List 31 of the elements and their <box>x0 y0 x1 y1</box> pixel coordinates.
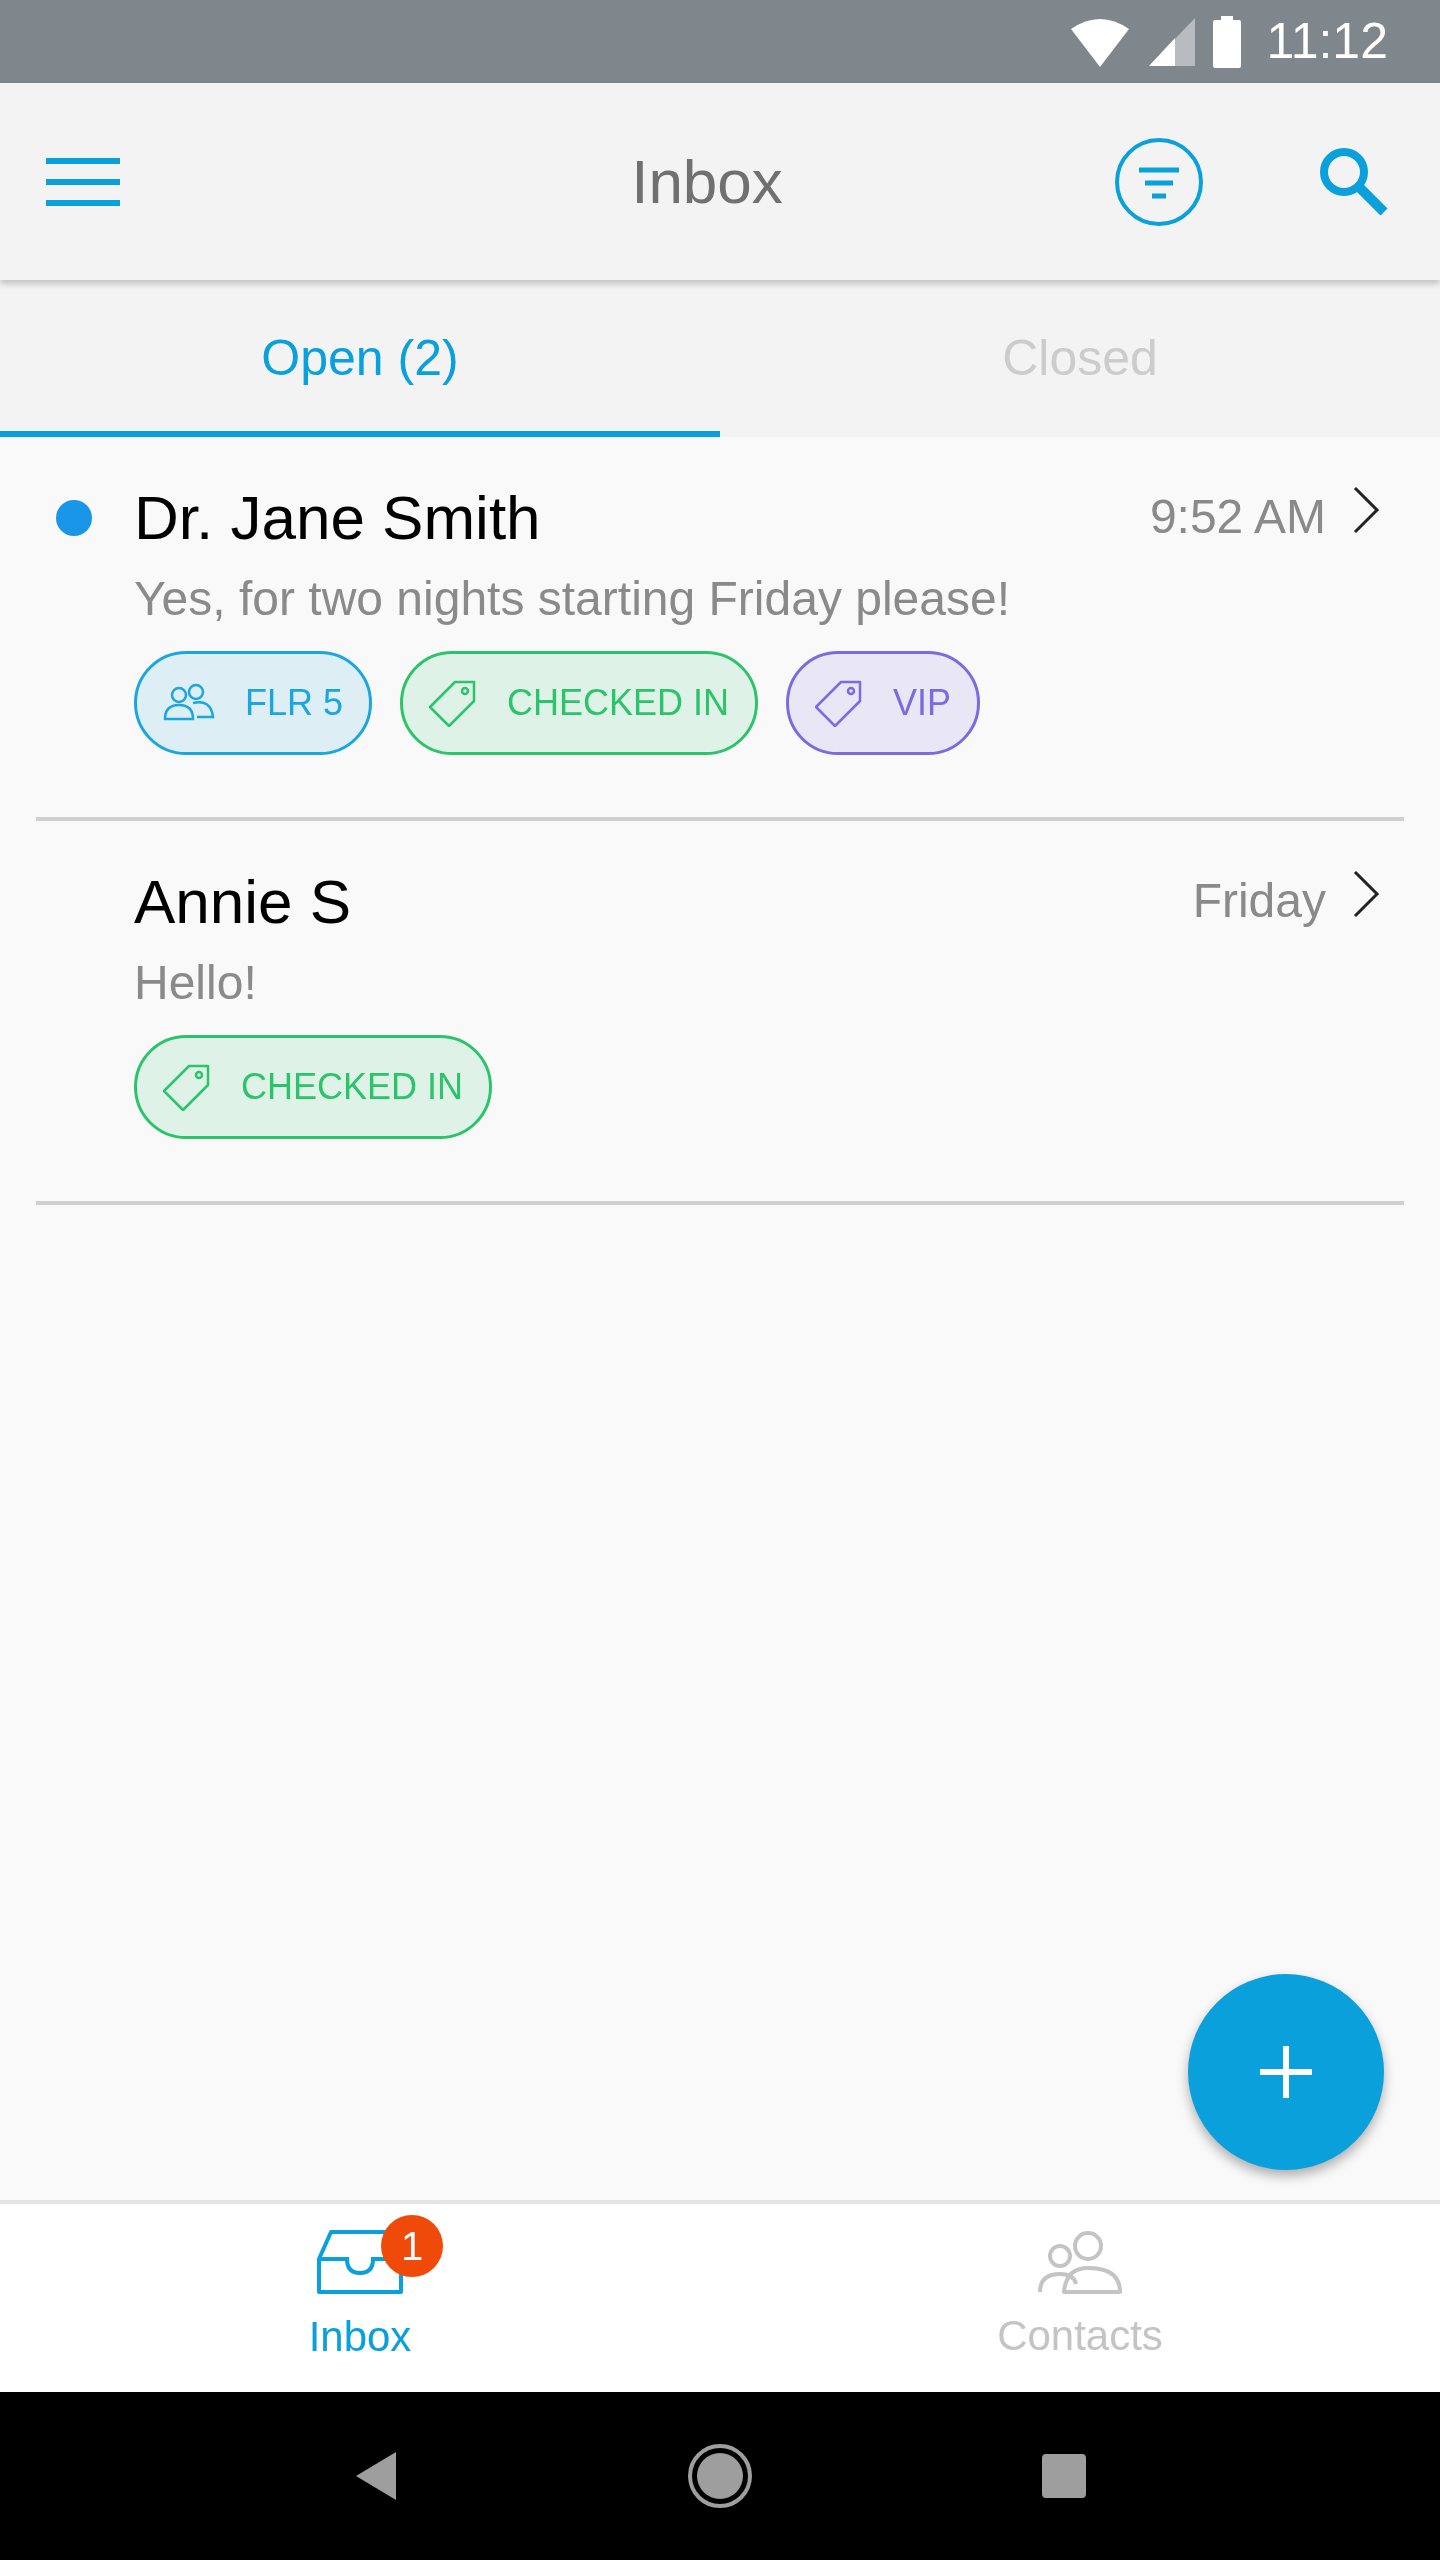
message-preview: Yes, for two nights starting Friday please! <box>134 571 1011 627</box>
battery-icon <box>1212 15 1241 68</box>
back-icon[interactable] <box>354 2450 399 2502</box>
status-time: 11:12 <box>1266 12 1388 71</box>
tag-icon <box>163 1063 211 1111</box>
app-title: Inbox <box>630 146 784 218</box>
message-preview: Hello! <box>134 955 258 1011</box>
recents-icon[interactable] <box>1041 2454 1086 2498</box>
tag-label: CHECKED IN <box>241 1065 464 1109</box>
tag-label: FLR 5 <box>245 681 344 725</box>
conversation-row[interactable]: Annie S Friday Hello! CHECKED IN <box>36 821 1404 1205</box>
signal-icon <box>1148 17 1195 66</box>
contact-name: Dr. Jane Smith <box>134 482 542 554</box>
unread-badge: 1 <box>381 2214 443 2277</box>
tab[interactable]: Open (2) <box>0 280 720 437</box>
tag-icon <box>815 679 864 727</box>
home-icon[interactable] <box>687 2443 753 2509</box>
message-time: 9:52 AM <box>1149 489 1326 545</box>
contact-name: Annie S <box>134 866 353 938</box>
conversation-row[interactable]: Dr. Jane Smith 9:52 AM Yes, for two nights starting Friday please! FLR 5 CHECKED IN VIP <box>36 437 1404 821</box>
people-icon <box>163 683 215 723</box>
tag-label: VIP <box>893 681 952 725</box>
message-time: Friday <box>1192 873 1326 929</box>
chevron-icon <box>1352 485 1380 535</box>
filter-button[interactable] <box>1114 136 1204 227</box>
nav-tab[interactable]: 1 Inbox <box>0 2204 720 2392</box>
chevron-icon <box>1352 869 1380 919</box>
tag-label: CHECKED IN <box>507 681 730 725</box>
contacts-icon <box>1036 2229 1124 2294</box>
tag-icon <box>429 679 478 727</box>
wifi-icon <box>1068 16 1131 67</box>
